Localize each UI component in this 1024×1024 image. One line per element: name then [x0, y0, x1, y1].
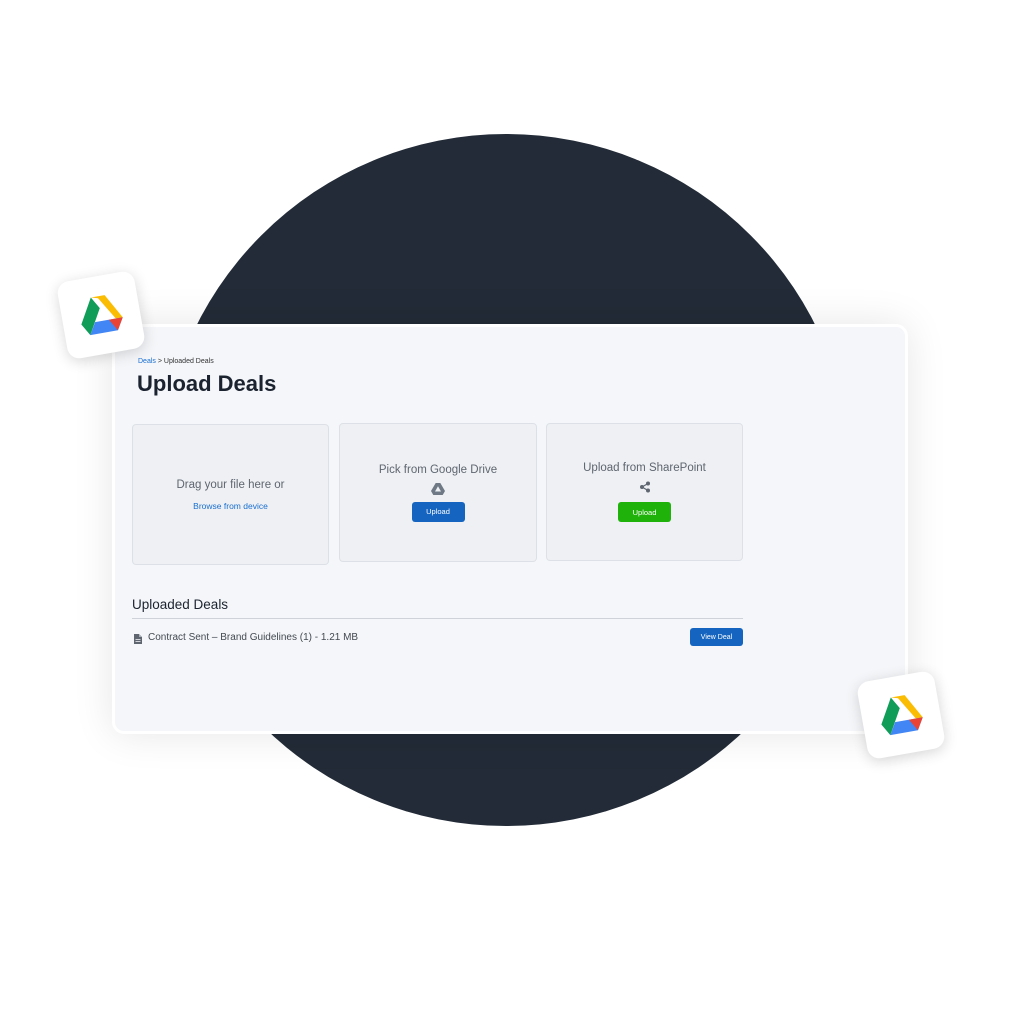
- google-drive-option: Pick from Google Drive Upload: [339, 423, 537, 562]
- google-drive-upload-button[interactable]: Upload: [411, 501, 465, 522]
- breadcrumb-separator: >: [155, 358, 164, 365]
- upload-deals-panel: Deals > Uploaded Deals Upload Deals Drag…: [112, 324, 908, 734]
- file-icon: [134, 631, 142, 649]
- google-drive-logo-tile: [55, 269, 147, 361]
- uploaded-deals-title: Uploaded Deals: [132, 597, 229, 612]
- breadcrumb-deals-link[interactable]: Deals: [138, 358, 156, 365]
- breadcrumb-current: Uploaded Deals: [163, 358, 214, 365]
- google-drive-logo-tile: [855, 669, 947, 761]
- drag-drop-zone[interactable]: Drag your file here or Browse from devic…: [132, 424, 329, 565]
- sharepoint-upload-button[interactable]: Upload: [618, 502, 671, 522]
- share-icon: [639, 480, 651, 494]
- google-drive-text: Pick from Google Drive: [378, 463, 498, 476]
- view-deal-button[interactable]: View Deal: [690, 628, 743, 646]
- page-title: Upload Deals: [137, 371, 277, 396]
- google-drive-logo-icon: [881, 695, 923, 736]
- breadcrumb: Deals > Uploaded Deals: [138, 358, 214, 365]
- browse-device-link[interactable]: Browse from device: [193, 501, 268, 511]
- drag-drop-text: Drag your file here or: [176, 478, 285, 491]
- sharepoint-option: Upload from SharePoint Upload: [546, 423, 743, 561]
- google-drive-logo-icon: [81, 295, 123, 336]
- deal-file-name: Contract Sent – Brand Guidelines (1) - 1…: [148, 632, 359, 643]
- sharepoint-text: Upload from SharePoint: [583, 462, 706, 474]
- uploaded-deal-row: Contract Sent – Brand Guidelines (1) - 1…: [132, 627, 743, 647]
- section-divider: [132, 618, 743, 619]
- google-drive-icon: [431, 482, 445, 496]
